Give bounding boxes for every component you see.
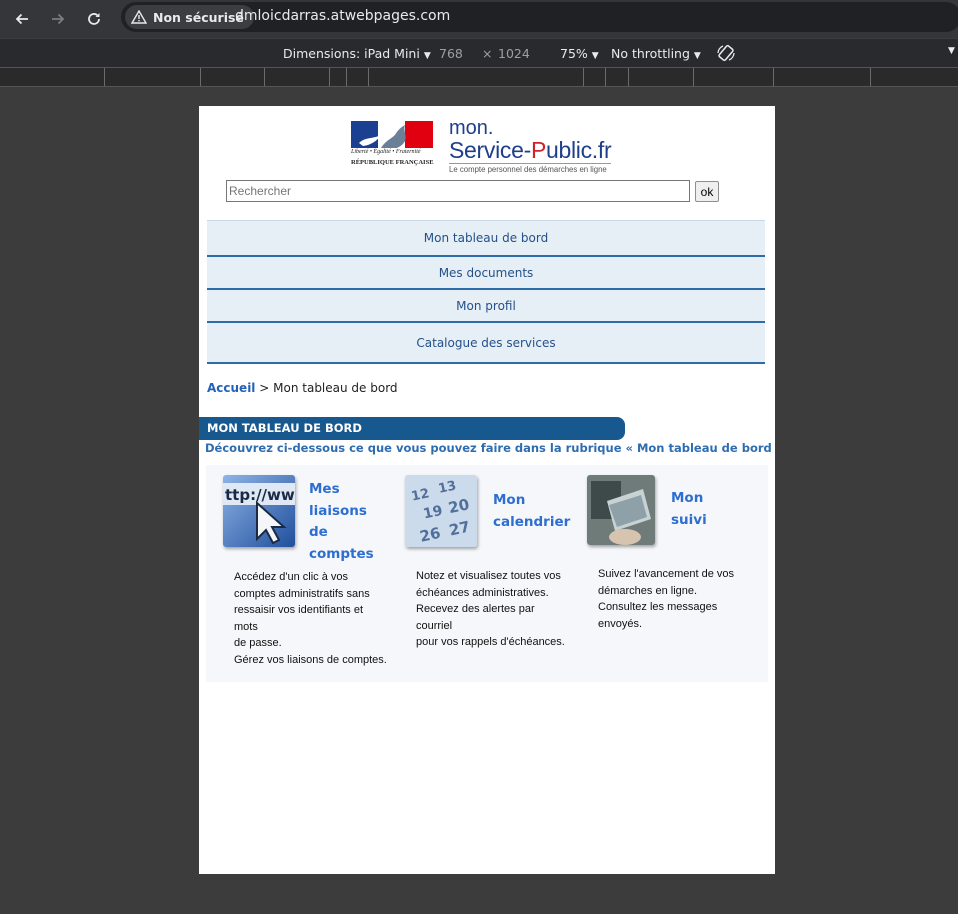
breadcrumb-home-link[interactable]: Accueil xyxy=(207,381,255,395)
throttling-select[interactable]: No throttling ▼ xyxy=(611,46,701,61)
dropdown-caret-icon: ▼ xyxy=(591,51,599,61)
breadcrumb: Accueil > Mon tableau de bord xyxy=(207,381,398,395)
device-toolbar: Dimensions: iPad Mini ▼ 768 × 1024 75% ▼ N… xyxy=(0,38,958,68)
security-label: Non sécurisé xyxy=(153,9,244,25)
laptop-image[interactable] xyxy=(587,475,655,545)
breadcrumb-separator: > xyxy=(259,381,270,395)
search-ok-button[interactable]: ok xyxy=(695,181,719,202)
intro-text: Découvrez ci-dessous ce que vous pouvez … xyxy=(205,441,775,455)
device-select[interactable]: Dimensions: iPad Mini ▼ xyxy=(283,46,431,61)
rotate-icon[interactable] xyxy=(716,43,736,63)
logo-mon-text: mon. xyxy=(449,117,494,139)
logo-service-public-text: Service-Public.fr xyxy=(449,137,612,163)
devise-text: Liberté • Égalité • Fraternité xyxy=(351,149,421,155)
more-options-icon[interactable]: ▼ xyxy=(948,46,955,56)
card-description: Accédez d'un clic à vos comptes administ… xyxy=(234,571,387,666)
dimension-times: × xyxy=(482,46,493,61)
logo-tagline: Le compte personnel des démarches en lig… xyxy=(449,163,612,174)
height-field[interactable]: 1024 xyxy=(498,46,530,61)
back-arrow-icon xyxy=(15,13,28,25)
forward-button[interactable] xyxy=(45,6,71,32)
card-suivi: Mon suivi Suivez l'avancement de vos dém… xyxy=(570,465,752,675)
url-cursor-image[interactable]: ttp://ww xyxy=(223,475,295,547)
reload-button[interactable] xyxy=(81,6,107,32)
card-calendrier: 12 13 19 20 26 27 Mon calendrier Notez et v… xyxy=(388,465,570,675)
width-field[interactable]: 768 xyxy=(439,46,463,61)
media-query-ruler xyxy=(0,67,958,87)
republique-text: RÉPUBLIQUE FRANÇAISE xyxy=(351,159,434,166)
card-description: Notez et visualisez toutes vos échéances… xyxy=(416,570,565,648)
section-title: MON TABLEAU DE BORD xyxy=(199,417,625,440)
menu-item-catalogue[interactable]: Catalogue des services xyxy=(207,323,765,364)
throttling-label: No throttling xyxy=(611,46,690,61)
card-title[interactable]: Mon calendrier xyxy=(493,490,570,533)
warning-triangle-icon xyxy=(131,10,147,24)
card-title[interactable]: Mes liaisons de comptes xyxy=(309,479,388,565)
search-input[interactable] xyxy=(226,180,690,202)
zoom-label: 75% xyxy=(560,46,588,61)
dropdown-caret-icon: ▼ xyxy=(693,51,701,61)
card-title[interactable]: Mon suivi xyxy=(671,488,707,531)
menu-item-tableau-de-bord[interactable]: Mon tableau de bord xyxy=(207,220,765,257)
calendar-image[interactable]: 12 13 19 20 26 27 xyxy=(405,475,477,547)
emulated-page: Liberté • Égalité • Fraternité RÉPUBLIQU… xyxy=(199,106,775,874)
reload-icon xyxy=(88,13,100,25)
zoom-select[interactable]: 75% ▼ xyxy=(560,46,599,61)
main-menu: Mon tableau de bord Mes documents Mon pr… xyxy=(207,220,765,364)
url-text[interactable]: dmloicdarras.atwebpages.com xyxy=(235,8,450,24)
card-description: Suivez l'avancement de vos démarches en … xyxy=(598,568,735,630)
logo-wordmark: mon. Service-Public.fr Le compte personn… xyxy=(449,117,612,174)
feature-cards: ttp://ww Mes liaisons de comptes Accédez… xyxy=(206,465,768,682)
menu-item-profil[interactable]: Mon profil xyxy=(207,290,765,323)
card-liaisons: ttp://ww Mes liaisons de comptes Accédez… xyxy=(206,465,388,675)
address-bar[interactable]: Non sécurisé dmloicdarras.atwebpages.com xyxy=(121,2,958,32)
device-label: Dimensions: iPad Mini xyxy=(283,46,420,61)
forward-arrow-icon xyxy=(52,13,65,25)
browser-toolbar: Non sécurisé dmloicdarras.atwebpages.com xyxy=(0,0,958,38)
back-button[interactable] xyxy=(9,6,35,32)
svg-text:ttp://ww: ttp://ww xyxy=(225,486,295,504)
menu-item-documents[interactable]: Mes documents xyxy=(207,257,765,290)
breadcrumb-current: Mon tableau de bord xyxy=(273,381,398,395)
site-logo[interactable]: Liberté • Égalité • Fraternité RÉPUBLIQU… xyxy=(351,117,631,174)
dropdown-caret-icon: ▼ xyxy=(423,51,431,61)
